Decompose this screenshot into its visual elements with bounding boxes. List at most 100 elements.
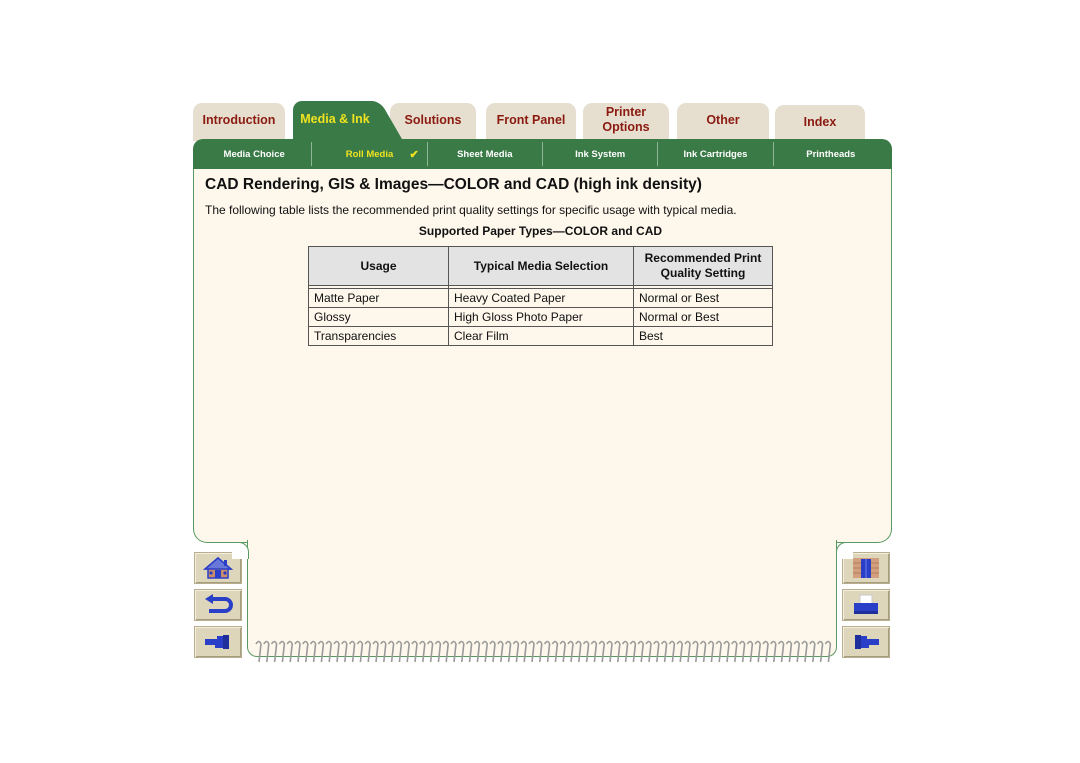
home-icon	[203, 557, 233, 579]
spiral-ring	[660, 640, 668, 663]
spiral-ring	[738, 640, 746, 663]
spiral-ring	[458, 640, 465, 663]
spiral-ring	[614, 640, 621, 663]
previous-page-icon	[205, 635, 229, 649]
exit-door-icon	[853, 558, 879, 578]
spiral-ring	[317, 640, 325, 663]
print-button[interactable]	[842, 589, 890, 621]
spiral-ring	[403, 640, 411, 663]
spiral-ring	[255, 640, 262, 663]
spiral-ring	[520, 640, 528, 663]
subnav-printheads[interactable]: Printheads	[774, 142, 888, 166]
tab-front-panel[interactable]: Front Panel	[486, 103, 576, 141]
spiral-ring	[497, 640, 504, 663]
tab-index[interactable]: Index	[775, 105, 865, 143]
spiral-ring	[504, 640, 512, 663]
spiral-ring	[341, 640, 348, 663]
spiral-ring	[801, 640, 808, 663]
page-title: CAD Rendering, GIS & Images—COLOR and CA…	[205, 176, 702, 193]
spiral-ring	[465, 640, 473, 663]
spiral-ring	[512, 640, 520, 663]
spiral-ring	[434, 640, 442, 663]
paper-types-table: Usage Typical Media Selection Recommende…	[308, 246, 773, 346]
spiral-ring	[395, 640, 403, 663]
spiral-ring	[333, 640, 340, 663]
print-icon	[854, 594, 878, 614]
spiral-ring	[294, 640, 301, 663]
table-row: Matte Paper Heavy Coated Paper Normal or…	[308, 288, 773, 308]
spiral-ring	[419, 640, 426, 663]
spiral-ring	[668, 640, 676, 663]
spiral-ring	[621, 640, 629, 663]
spiral-ring	[754, 640, 762, 663]
spiral-ring	[575, 640, 582, 663]
spiral-ring	[348, 640, 356, 663]
tab-printer-options[interactable]: Printer Options	[583, 103, 669, 141]
spiral-ring	[372, 640, 379, 663]
spiral-ring	[653, 640, 660, 663]
subnav-ink-cartridges[interactable]: Ink Cartridges	[658, 142, 774, 166]
spiral-ring	[785, 640, 793, 663]
header-quality: Recommended Print Quality Setting	[633, 246, 773, 286]
spiral-ring	[442, 640, 450, 663]
spiral-ring	[715, 640, 723, 663]
spiral-ring	[816, 640, 824, 663]
spiral-ring	[731, 640, 738, 663]
spiral-ring	[746, 640, 754, 663]
spiral-ring	[606, 640, 613, 663]
spiral-ring	[793, 640, 801, 663]
spiral-ring	[387, 640, 395, 663]
tab-media-and-ink[interactable]: Media & Ink	[293, 101, 377, 141]
spiral-ring	[278, 640, 286, 663]
spiral-ring	[551, 640, 559, 663]
spiral-ring	[263, 640, 270, 663]
spiral-ring	[770, 640, 777, 663]
spiral-ring	[302, 640, 309, 663]
spiral-ring	[325, 640, 333, 663]
spiral-ring	[489, 640, 496, 663]
main-tabs: Introduction Media & Ink Solutions Front…	[193, 101, 893, 143]
spiral-ring	[559, 640, 567, 663]
spiral-ring	[676, 640, 684, 663]
tab-introduction[interactable]: Introduction	[193, 103, 285, 141]
spiral-ring	[356, 640, 364, 663]
spiral-ring	[536, 640, 543, 663]
spiral-ring	[809, 640, 816, 663]
subnav-sheet-media[interactable]: Sheet Media	[428, 142, 543, 166]
next-page-icon	[855, 635, 879, 649]
spiral-ring	[598, 640, 606, 663]
spiral-binding	[255, 640, 832, 663]
spiral-ring	[426, 640, 434, 663]
header-media: Typical Media Selection	[448, 246, 634, 286]
subnav-roll-media[interactable]: Roll Media ✔	[312, 142, 428, 166]
spiral-ring	[777, 640, 785, 663]
subnav-media-choice[interactable]: Media Choice	[197, 142, 313, 166]
table-row: Transparencies Clear Film Best	[308, 326, 773, 346]
spiral-ring	[528, 640, 535, 663]
spiral-ring	[590, 640, 598, 663]
spiral-ring	[270, 640, 278, 663]
table-row: Glossy High Gloss Photo Paper Normal or …	[308, 307, 773, 327]
previous-page-button[interactable]	[194, 626, 242, 658]
table-header-row: Usage Typical Media Selection Recommende…	[308, 246, 773, 286]
spiral-ring	[692, 640, 699, 663]
spiral-ring	[450, 640, 457, 663]
table-title: Supported Paper Types—COLOR and CAD	[418, 224, 663, 238]
spiral-ring	[582, 640, 590, 663]
spiral-ring	[762, 640, 769, 663]
spiral-ring	[824, 640, 832, 663]
back-button[interactable]	[194, 589, 242, 621]
spiral-ring	[481, 640, 489, 663]
checkmark-icon: ✔	[409, 148, 419, 161]
next-page-button[interactable]	[842, 626, 890, 658]
subnav-ink-system[interactable]: Ink System	[543, 142, 659, 166]
tab-solutions[interactable]: Solutions	[390, 103, 476, 141]
spiral-ring	[380, 640, 387, 663]
tab-other[interactable]: Other	[677, 103, 769, 141]
spiral-ring	[707, 640, 715, 663]
spiral-ring	[645, 640, 652, 663]
back-icon	[205, 594, 233, 613]
spiral-ring	[411, 640, 418, 663]
intro-text: The following table lists the recommende…	[205, 203, 737, 217]
spiral-ring	[629, 640, 637, 663]
